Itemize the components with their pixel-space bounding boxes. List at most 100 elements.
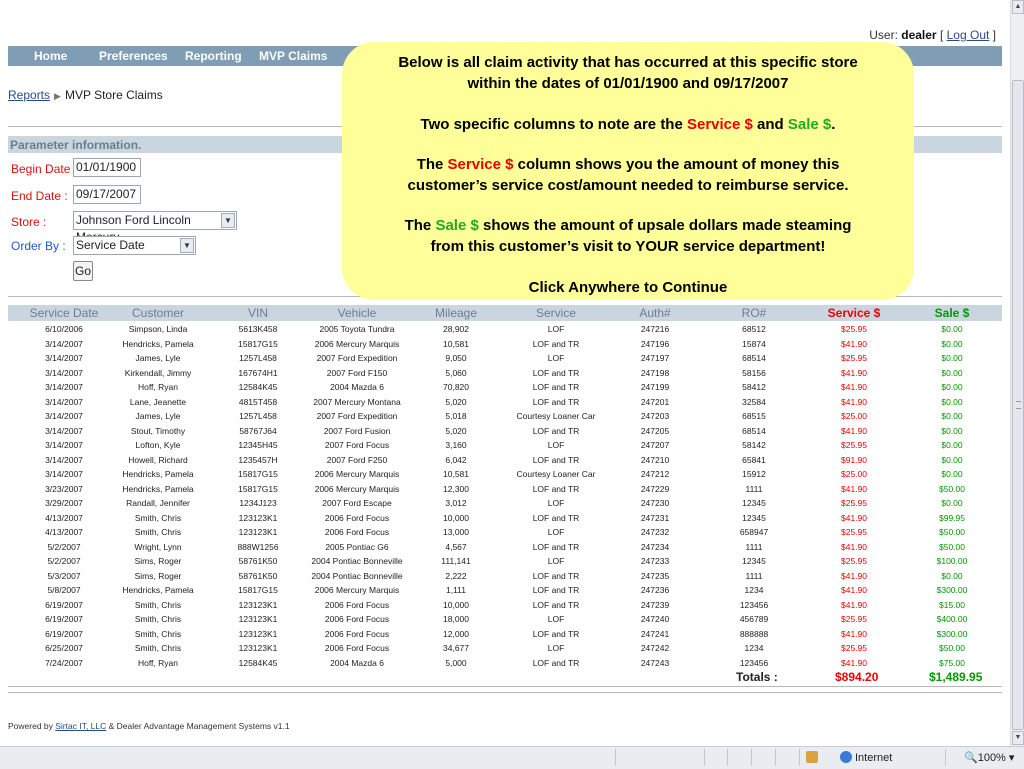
cell-mileage: 10,000 bbox=[443, 599, 469, 610]
cell-sale-amount: $0.00 bbox=[941, 396, 963, 407]
callout-text: shows the amount of upsale dollars made … bbox=[478, 217, 852, 234]
cell-service: LOF and TR bbox=[532, 599, 580, 610]
cell-ro: 58412 bbox=[742, 382, 766, 392]
scroll-up-icon[interactable]: ▲ bbox=[1012, 0, 1024, 14]
cell-vin: 123123K1 bbox=[238, 599, 278, 610]
cell-service-date: 6/19/2007 bbox=[45, 614, 83, 624]
cell-sale-amount: $0.00 bbox=[941, 570, 963, 581]
cell-auth: 247239 bbox=[640, 599, 670, 610]
cell-service-date: 3/14/2007 bbox=[45, 382, 83, 392]
footer-link[interactable]: Sirtac IT, LLC bbox=[55, 721, 106, 731]
cell-vehicle: 2006 Ford Focus bbox=[324, 527, 390, 537]
zoom-level[interactable]: 🔍100% ▾ bbox=[964, 751, 1014, 764]
table-row: 4/13/2007 Smith, Chris 123123K1 2006 Ford F… bbox=[8, 512, 1002, 527]
column-header-auth: Auth# bbox=[639, 306, 671, 320]
cell-customer: Wright, Lynn bbox=[134, 541, 182, 552]
cell-ro: 12345 bbox=[742, 556, 766, 566]
breadcrumb-reports-link[interactable]: Reports bbox=[8, 88, 50, 102]
cell-sale-amount: $75.00 bbox=[939, 657, 965, 668]
nav-preferences[interactable]: Preferences bbox=[99, 49, 168, 63]
cell-vin: 4815T458 bbox=[238, 396, 278, 407]
cell-vehicle: 2004 Pontiac Bonneville bbox=[311, 556, 403, 566]
cell-service-date: 3/14/2007 bbox=[45, 454, 83, 465]
cell-ro: 123456 bbox=[739, 657, 769, 668]
cell-auth: 247199 bbox=[640, 382, 670, 392]
cell-mileage: 28,902 bbox=[443, 324, 469, 334]
table-row: 6/19/2007 Smith, Chris 123123K1 2006 Ford F… bbox=[8, 613, 1002, 628]
cell-customer: Hendricks, Pamela bbox=[122, 469, 194, 479]
table-row: 3/14/2007 Kirkendall, Jimmy 167674H1 2007 F… bbox=[8, 367, 1002, 382]
callout-continue[interactable]: Click Anywhere to Continue bbox=[342, 279, 914, 296]
nav-reporting[interactable]: Reporting bbox=[185, 49, 242, 63]
cell-ro: 1234 bbox=[744, 585, 764, 595]
cell-service: LOF and TR bbox=[532, 628, 580, 639]
cell-customer: Sims, Roger bbox=[134, 556, 182, 566]
globe-icon bbox=[840, 751, 852, 763]
cell-vin: 58761K50 bbox=[238, 570, 278, 581]
cell-auth: 247207 bbox=[640, 440, 670, 450]
cell-mileage: 5,020 bbox=[445, 396, 467, 407]
table-row: 3/14/2007 Lane, Jeanette 4815T458 2007 Merc… bbox=[8, 396, 1002, 411]
cell-auth: 247216 bbox=[640, 324, 670, 334]
cell-mileage: 5,000 bbox=[445, 657, 467, 668]
table-row: 3/14/2007 Howell, Richard 1235457H 2007 For… bbox=[8, 454, 1002, 469]
cell-mileage: 13,000 bbox=[443, 527, 469, 537]
cell-service: Courtesy Loaner Car bbox=[516, 411, 596, 421]
scroll-down-icon[interactable]: ▼ bbox=[1012, 731, 1024, 745]
cell-auth: 247242 bbox=[640, 643, 670, 653]
cell-ro: 123456 bbox=[739, 599, 769, 610]
cell-sale-amount: $400.00 bbox=[936, 614, 968, 624]
totals-label: Totals : bbox=[736, 670, 778, 684]
cell-mileage: 34,677 bbox=[443, 643, 469, 653]
cell-sale-amount: $0.00 bbox=[941, 454, 963, 465]
cell-mileage: 12,000 bbox=[443, 628, 469, 639]
claims-table-header: Service Date Customer VIN Vehicle Mileage Ser… bbox=[8, 305, 1002, 321]
cell-service-amount: $25.95 bbox=[841, 556, 867, 566]
store-select[interactable]: Johnson Ford Lincoln Mercury ▼ bbox=[73, 211, 237, 244]
cell-vehicle: 2006 Ford Focus bbox=[324, 599, 390, 610]
cell-mileage: 70,820 bbox=[443, 382, 469, 392]
cell-mileage: 18,000 bbox=[443, 614, 469, 624]
cell-ro: 12345 bbox=[742, 498, 766, 508]
security-zone[interactable]: Internet bbox=[840, 751, 892, 764]
cell-ro: 1111 bbox=[745, 541, 763, 552]
cell-sale-amount: $0.00 bbox=[941, 425, 963, 436]
end-date-input[interactable]: 09/17/2007 bbox=[73, 185, 141, 204]
order-by-select[interactable]: Service Date ▼ bbox=[73, 236, 196, 255]
cell-vin: 5613K458 bbox=[238, 324, 278, 334]
cell-service-amount: $25.95 bbox=[841, 498, 867, 508]
end-date-label: End Date : bbox=[11, 189, 68, 203]
status-divider bbox=[799, 749, 800, 766]
cell-ro: 68514 bbox=[742, 425, 766, 436]
cell-vehicle: 2006 Mercury Marquis bbox=[314, 469, 400, 479]
begin-date-input[interactable]: 01/01/1900 bbox=[73, 158, 141, 177]
cell-service-date: 3/14/2007 bbox=[45, 396, 83, 407]
vertical-scrollbar[interactable]: ▲ ▼ bbox=[1010, 0, 1024, 746]
cell-sale-amount: $99.95 bbox=[939, 512, 965, 523]
cell-ro: 68515 bbox=[742, 411, 766, 421]
cell-service-amount: $41.90 bbox=[841, 628, 867, 639]
cell-service-date: 5/8/2007 bbox=[47, 585, 81, 595]
cell-ro: 68514 bbox=[742, 353, 766, 363]
cell-service-amount: $25.95 bbox=[841, 353, 867, 363]
cell-service: LOF bbox=[547, 498, 565, 508]
breadcrumb-arrow-icon: ▶ bbox=[54, 91, 61, 101]
total-service: $894.20 bbox=[835, 670, 879, 684]
cell-vin: 123123K1 bbox=[238, 643, 278, 653]
cell-vehicle: 2005 Toyota Tundra bbox=[319, 324, 395, 334]
cell-auth: 247233 bbox=[640, 556, 670, 566]
column-header-ro: RO# bbox=[741, 306, 767, 320]
cell-ro: 12345 bbox=[742, 512, 766, 523]
cell-service-date: 6/19/2007 bbox=[45, 628, 83, 639]
cell-sale-amount: $50.00 bbox=[939, 643, 965, 653]
nav-mvp-claims[interactable]: MVP Claims bbox=[259, 49, 327, 63]
cell-auth: 247203 bbox=[640, 411, 670, 421]
cell-auth: 247196 bbox=[640, 338, 670, 349]
cell-service-date: 7/24/2007 bbox=[45, 657, 83, 668]
go-button[interactable]: Go bbox=[73, 261, 93, 281]
nav-home[interactable]: Home bbox=[34, 49, 67, 63]
cell-service-amount: $41.90 bbox=[841, 512, 867, 523]
logout-link[interactable]: Log Out bbox=[947, 28, 990, 42]
scrollbar-thumb[interactable] bbox=[1012, 80, 1024, 730]
tutorial-callout[interactable]: Below is all claim activity that has occ… bbox=[342, 42, 914, 300]
